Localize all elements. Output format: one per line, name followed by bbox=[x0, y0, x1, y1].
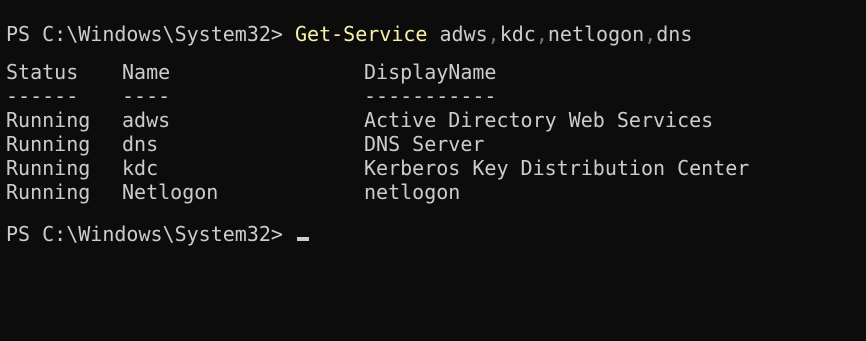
cell-displayname: Active Directory Web Services bbox=[364, 108, 714, 132]
cell-status: Running bbox=[6, 108, 91, 132]
command-arg: netlogon bbox=[547, 22, 645, 46]
table-underline-row: ------ ---- ----------- bbox=[6, 84, 866, 108]
underline-displayname: ----------- bbox=[364, 84, 497, 108]
table-row: Running kdc Kerberos Key Distribution Cent… bbox=[6, 156, 866, 180]
header-displayname: DisplayName bbox=[364, 60, 497, 84]
underline-status: ------ bbox=[6, 84, 79, 108]
cell-status: Running bbox=[6, 156, 91, 180]
cell-name: Netlogon bbox=[122, 180, 219, 204]
prompt: PS C:\Windows\System32> bbox=[6, 22, 295, 46]
command-arg: dns bbox=[656, 22, 693, 46]
command-arg: kdc bbox=[499, 22, 536, 46]
table-header-row: Status Name DisplayName bbox=[6, 60, 866, 84]
cell-name: adws bbox=[122, 108, 171, 132]
text-cursor bbox=[296, 237, 309, 241]
command-name: Get-Service bbox=[294, 22, 428, 46]
table-row: Running adws Active Directory Web Services bbox=[6, 108, 866, 132]
command-line: PS C:\Windows\System32> Get-Service adws… bbox=[6, 22, 866, 46]
cell-name: dns bbox=[122, 132, 159, 156]
command-arg: adws bbox=[439, 22, 488, 46]
arg-separator: , bbox=[535, 22, 548, 46]
cell-displayname: netlogon bbox=[364, 180, 461, 204]
cell-displayname: DNS Server bbox=[364, 132, 485, 156]
header-status: Status bbox=[6, 60, 79, 84]
table-row: Running dns DNS Server bbox=[6, 132, 866, 156]
arg-separator: , bbox=[487, 22, 500, 46]
cell-status: Running bbox=[6, 180, 91, 204]
table-row: Running Netlogon netlogon bbox=[6, 180, 866, 204]
terminal-window[interactable]: PS C:\Windows\System32> Get-Service adws… bbox=[0, 0, 866, 341]
header-name: Name bbox=[122, 60, 171, 84]
cell-status: Running bbox=[6, 132, 91, 156]
cell-name: kdc bbox=[122, 156, 159, 180]
arg-separator: , bbox=[644, 22, 657, 46]
prompt-line[interactable]: PS C:\Windows\System32> bbox=[6, 222, 866, 246]
underline-name: ---- bbox=[122, 84, 171, 108]
prompt: PS C:\Windows\System32> bbox=[6, 222, 295, 246]
cell-displayname: Kerberos Key Distribution Center bbox=[364, 156, 750, 180]
